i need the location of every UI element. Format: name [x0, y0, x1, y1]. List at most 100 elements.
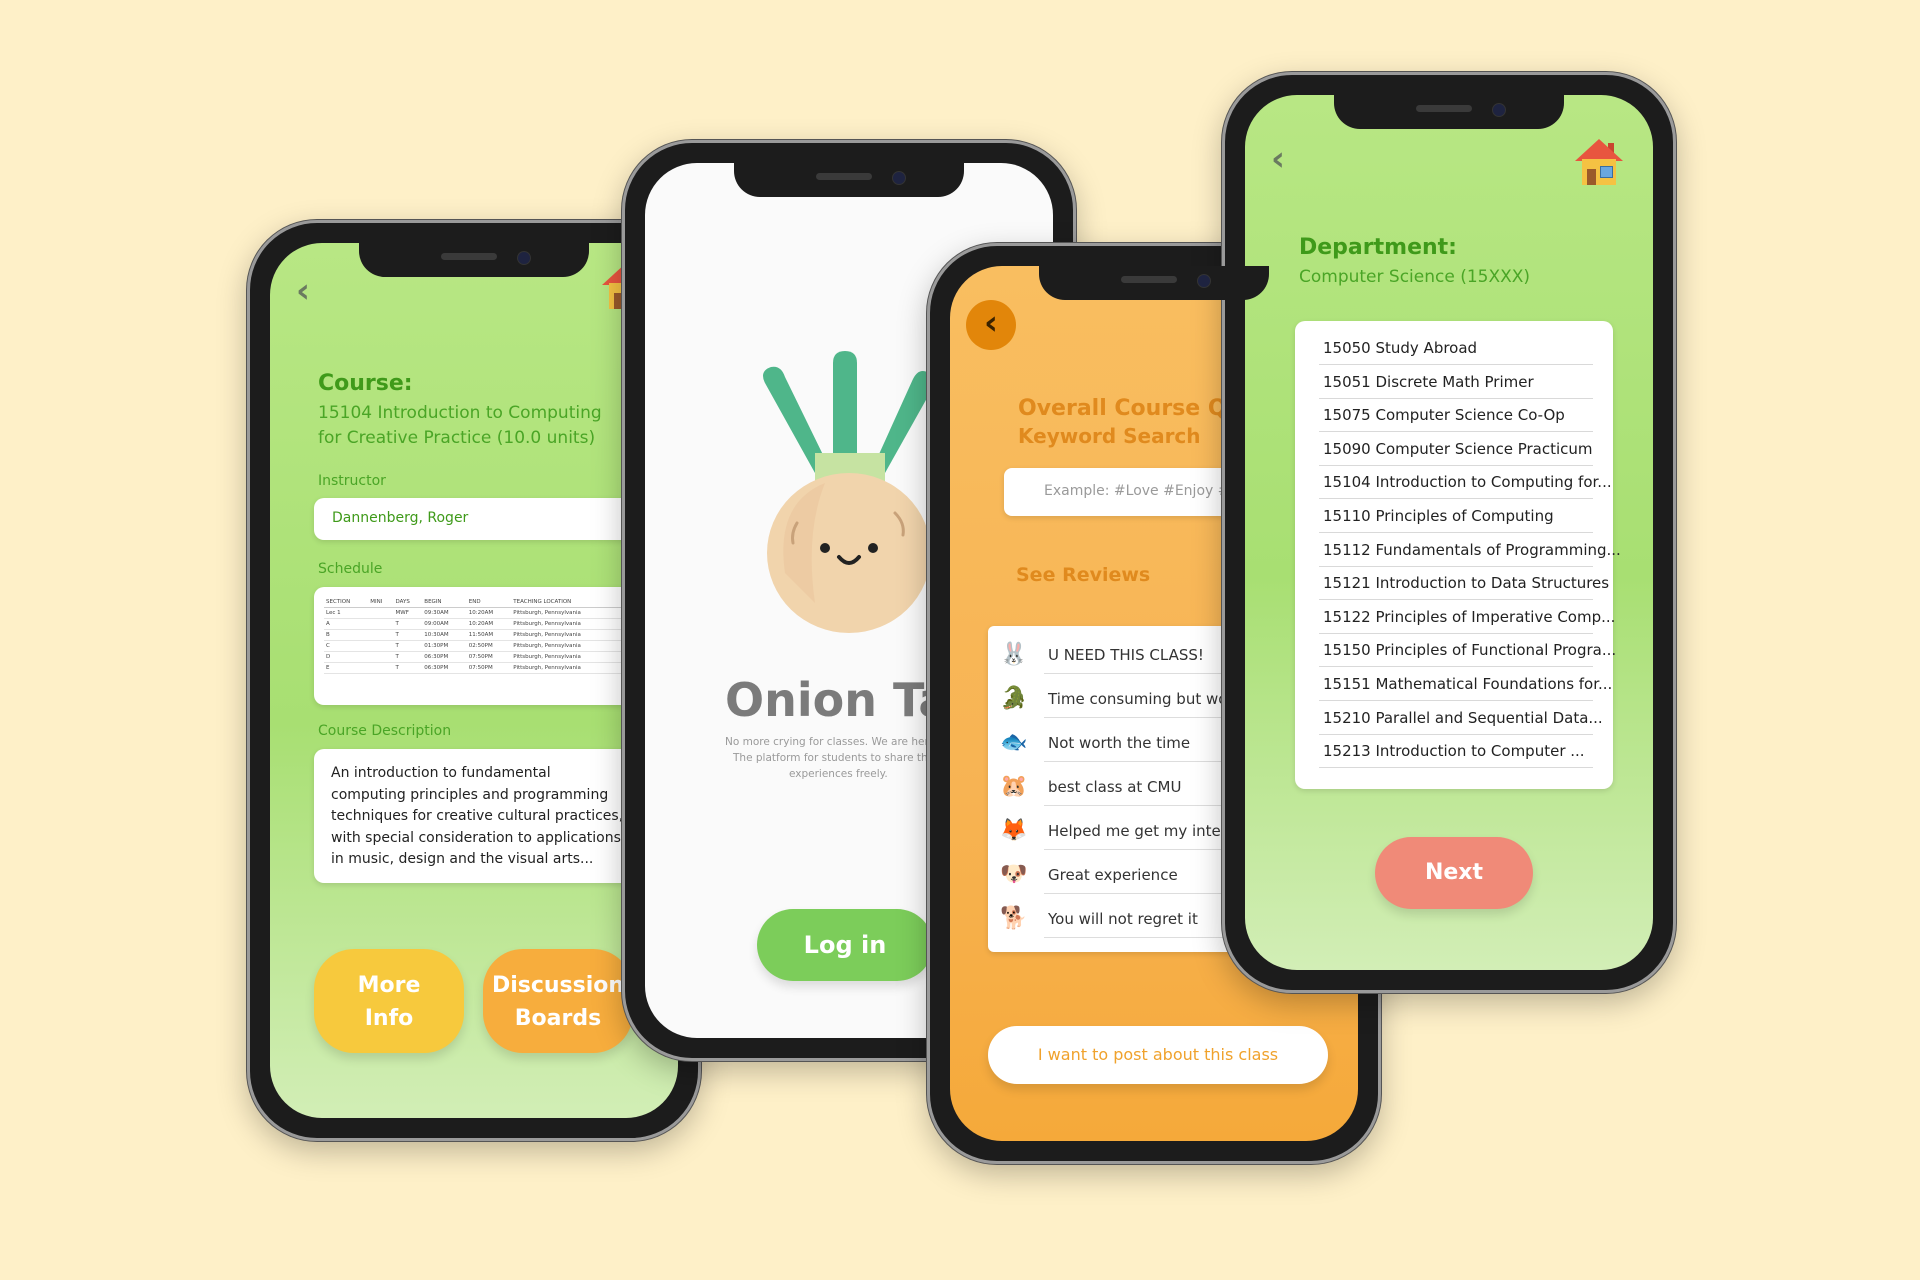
- course-list: 15050 Study Abroad 15051 Discrete Math Pr…: [1295, 321, 1621, 789]
- schedule-cell: Pittsburgh, Pennsylvania: [511, 651, 624, 663]
- schedule-cell: 10:20AM: [466, 618, 512, 630]
- phone-department: ‹ Department: Computer Science (15XXX) 1…: [1222, 72, 1676, 993]
- description-line: techniques for creative cultural practic…: [331, 808, 624, 824]
- review-text: Great experience: [1048, 866, 1178, 884]
- department-screen: ‹ Department: Computer Science (15XXX) 1…: [1245, 95, 1653, 970]
- schedule-cell: 10:30AM: [422, 629, 467, 641]
- schedule-cell: 10:20AM: [466, 607, 512, 619]
- back-chevron-icon[interactable]: ‹: [966, 300, 1016, 350]
- overall-course-heading: Overall Course Qu: [1018, 396, 1243, 421]
- schedule-cell: 06:30PM: [422, 662, 467, 674]
- schedule-cell: Pittsburgh, Pennsylvania: [511, 640, 624, 652]
- course-list-item[interactable]: 15104 Introduction to Computing for...: [1319, 467, 1612, 500]
- description-line: computing principles and programming: [331, 786, 609, 803]
- notch: [734, 163, 964, 197]
- review-text: You will not regret it: [1048, 910, 1198, 928]
- back-chevron-icon[interactable]: ‹: [1271, 139, 1285, 179]
- course-list-item[interactable]: 15050 Study Abroad: [1319, 333, 1593, 365]
- schedule-cell: Pittsburgh, Pennsylvania: [511, 618, 624, 630]
- course-list-item-label: 15050 Study Abroad: [1323, 339, 1478, 357]
- schedule-header-cell: BEGIN: [422, 597, 467, 608]
- description-line: An introduction to fundamental: [331, 765, 551, 781]
- course-list-item[interactable]: 15090 Computer Science Practicum: [1319, 434, 1593, 466]
- schedule-cell: Pittsburgh, Pennsylvania: [511, 629, 624, 641]
- reviewer-avatar-icon: 🐰: [1000, 642, 1028, 667]
- schedule-cell: T: [393, 651, 423, 663]
- divider: [1319, 431, 1593, 433]
- course-list-item[interactable]: 15075 Computer Science Co-Op: [1319, 400, 1593, 433]
- course-list-item-label: 15112 Fundamentals of Programming...: [1323, 540, 1621, 559]
- course-list-item[interactable]: 15151 Mathematical Foundations for...: [1319, 669, 1612, 701]
- schedule-cell: T: [393, 662, 423, 674]
- next-button[interactable]: Next: [1375, 837, 1533, 909]
- schedule-cell: 02:50PM: [466, 640, 512, 652]
- schedule-cell: T: [393, 640, 423, 652]
- divider: [1319, 532, 1593, 533]
- post-about-class-button[interactable]: I want to post about this class: [988, 1026, 1328, 1084]
- schedule-cell: [368, 651, 394, 663]
- review-text: Time consuming but wort: [1048, 690, 1240, 708]
- course-list-item-label: 15110 Principles of Computing: [1323, 507, 1554, 525]
- divider: [1319, 565, 1593, 567]
- instructor-label: Instructor: [318, 473, 386, 489]
- course-title-line2: for Creative Practice (10.0 units): [318, 428, 596, 448]
- divider: [1319, 397, 1593, 399]
- course-list-item-label: 15090 Computer Science Practicum: [1323, 439, 1593, 458]
- home-icon[interactable]: [1575, 139, 1623, 185]
- review-text: best class at CMU: [1048, 778, 1182, 796]
- notch: [1334, 95, 1564, 129]
- review-text: U NEED THIS CLASS!: [1048, 646, 1204, 664]
- course-list-item[interactable]: 15210 Parallel and Sequential Data...: [1319, 703, 1603, 735]
- course-list-item-label: 15150 Principles of Functional Progra...: [1323, 641, 1617, 660]
- schedule-cell: A: [324, 618, 369, 630]
- course-title-line1: 15104 Introduction to Computing: [318, 403, 602, 423]
- divider: [1319, 767, 1593, 769]
- course-list-item-label: 15075 Computer Science Co-Op: [1323, 406, 1565, 425]
- course-list-item[interactable]: 15213 Introduction to Computer ...: [1319, 736, 1593, 769]
- course-list-item-label: 15104 Introduction to Computing for...: [1323, 473, 1612, 492]
- tagline-line3: experiences freely.: [789, 768, 888, 780]
- schedule-cell: MWF: [393, 607, 423, 619]
- schedule-cell: 11:50AM: [466, 629, 512, 641]
- instructor-value: Dannenberg, Roger: [332, 510, 469, 526]
- tagline-line2: The platform for students to share the: [733, 752, 935, 764]
- course-list-item[interactable]: 15110 Principles of Computing: [1319, 501, 1593, 533]
- course-list-item[interactable]: 15122 Principles of Imperative Comp...: [1319, 602, 1615, 634]
- schedule-cell: 09:30AM: [422, 607, 467, 619]
- department-name: Computer Science (15XXX): [1299, 267, 1531, 287]
- schedule-cell: [368, 607, 394, 619]
- divider: [1319, 700, 1593, 701]
- course-list-item[interactable]: 15121 Introduction to Data Structures: [1319, 568, 1609, 601]
- schedule-label: Schedule: [318, 561, 383, 577]
- course-list-item-label: 15122 Principles of Imperative Comp...: [1323, 607, 1616, 626]
- login-button[interactable]: Log in: [757, 909, 933, 981]
- schedule-cell: Lec 1: [324, 607, 369, 619]
- divider: [1319, 498, 1593, 500]
- divider: [1319, 364, 1593, 365]
- schedule-cell: [368, 618, 394, 630]
- schedule-cell: Pittsburgh, Pennsylvania: [511, 607, 624, 619]
- schedule-cell: [368, 640, 394, 652]
- department-heading: Department:: [1299, 235, 1457, 260]
- keyword-search-heading: Keyword Search: [1018, 424, 1201, 448]
- course-list-item[interactable]: 15150 Principles of Functional Progra...: [1319, 635, 1616, 668]
- tagline-line1: No more crying for classes. We are here: [725, 736, 936, 748]
- course-list-item[interactable]: 15051 Discrete Math Primer: [1319, 367, 1593, 399]
- reviewer-avatar-icon: 🦊: [1000, 818, 1028, 843]
- divider: [1319, 599, 1593, 601]
- discussion-label-line1: Discussion: [491, 973, 625, 998]
- reviewer-avatar-icon: 🐕: [1000, 906, 1028, 931]
- schedule-cell: B: [324, 629, 369, 641]
- course-list-item[interactable]: 15112 Fundamentals of Programming...: [1319, 535, 1621, 567]
- notch: [1039, 266, 1269, 300]
- schedule-cell: 01:30PM: [422, 640, 467, 652]
- back-chevron-icon[interactable]: ‹: [296, 271, 310, 311]
- course-screen: ‹ Course: 15104 Introduction to Computin…: [270, 243, 678, 1118]
- discussion-boards-button[interactable]: Discussion Boards: [483, 949, 633, 1053]
- review-text: Helped me get my interns: [1048, 822, 1244, 840]
- notch: [359, 243, 589, 277]
- course-list-item-label: 15051 Discrete Math Primer: [1323, 372, 1534, 391]
- onion-mascot-icon: [763, 351, 934, 633]
- more-info-button[interactable]: More Info: [314, 949, 464, 1053]
- schedule-cell: 07:50PM: [466, 662, 512, 674]
